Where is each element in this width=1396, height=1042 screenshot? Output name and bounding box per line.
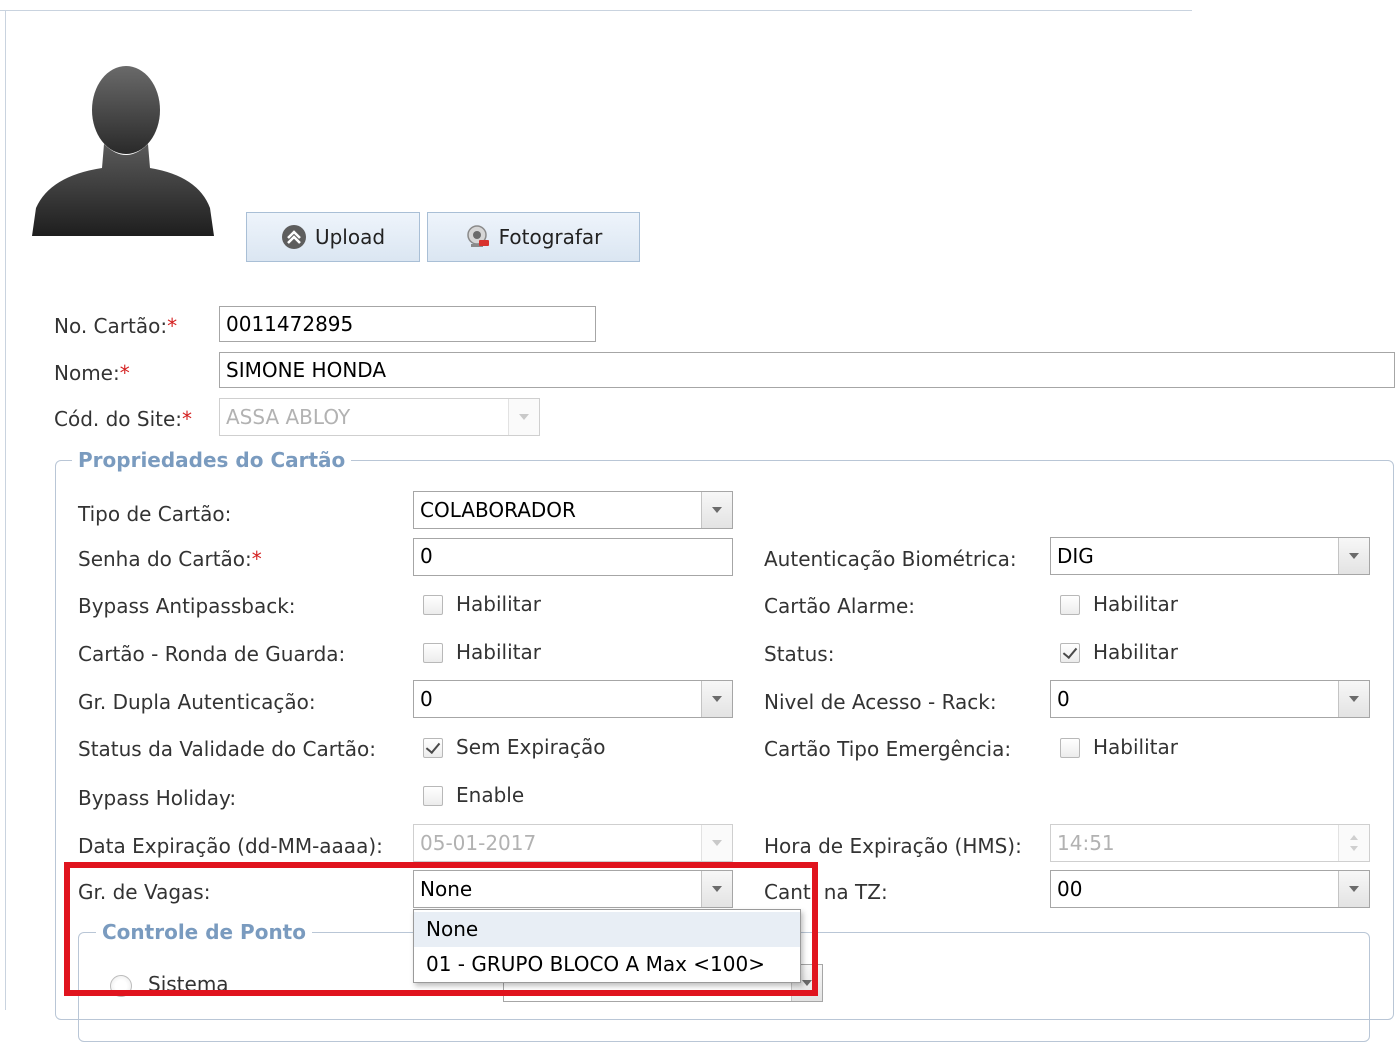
rack-access-level-value: 0 — [1057, 687, 1070, 711]
bypass-antipassback-checkbox[interactable] — [423, 595, 443, 615]
chevron-down-icon[interactable] — [1338, 871, 1369, 907]
biometric-auth-select[interactable]: DIG — [1050, 537, 1370, 575]
expiration-date-label: Data Expiração (dd-MM-aaaa): — [78, 834, 383, 858]
emergency-card-checkbox-label: Habilitar — [1093, 735, 1178, 759]
chevron-down-icon[interactable] — [701, 492, 732, 528]
card-password-input[interactable]: 0 — [413, 538, 733, 576]
rack-access-level-label: Nivel de Acesso - Rack: — [764, 690, 997, 714]
expiration-date-value: 05-01-2017 — [420, 831, 537, 855]
card-type-select[interactable]: COLABORADOR — [413, 491, 733, 529]
bypass-holiday-label: Bypass Holiday: — [78, 786, 237, 810]
photograph-button[interactable]: Fotografar — [427, 212, 640, 262]
status-checkbox[interactable] — [1060, 643, 1080, 663]
bypass-antipassback-checkbox-label: Habilitar — [456, 592, 541, 616]
name-input[interactable]: SIMONE HONDA — [219, 352, 1395, 388]
card-password-label: Senha do Cartão:* — [78, 547, 262, 571]
card-type-value: COLABORADOR — [420, 498, 576, 522]
card-number-input[interactable]: 0011472895 — [219, 306, 596, 342]
avatar-placeholder — [28, 48, 220, 240]
bypass-holiday-checkbox-label: Enable — [456, 783, 525, 807]
required-mark: * — [251, 547, 262, 571]
upload-button-label: Upload — [314, 225, 386, 249]
guard-tour-checkbox[interactable] — [423, 643, 443, 663]
canteen-tz-value: 00 — [1057, 877, 1083, 901]
biometric-auth-value: DIG — [1057, 544, 1094, 568]
site-code-label: Cód. do Site:* — [54, 407, 193, 431]
spinner-buttons[interactable] — [1338, 825, 1369, 861]
spinner-down-icon[interactable] — [1350, 846, 1358, 851]
name-label: Nome:* — [54, 361, 130, 385]
emergency-card-label: Cartão Tipo Emergência: — [764, 737, 1012, 761]
chevron-down-icon[interactable] — [701, 825, 732, 861]
expiration-time-value: 14:51 — [1057, 831, 1115, 855]
guard-tour-checkbox-label: Habilitar — [456, 640, 541, 664]
left-border — [5, 10, 6, 1010]
chevron-down-icon[interactable] — [701, 681, 732, 717]
chevron-down-icon[interactable] — [1338, 538, 1369, 574]
card-properties-legend: Propriedades do Cartão — [72, 448, 352, 472]
status-checkbox-label: Habilitar — [1093, 640, 1178, 664]
dropdown-option-none[interactable]: None — [414, 912, 800, 947]
no-expiration-checkbox[interactable] — [423, 738, 443, 758]
site-code-select[interactable]: ASSA ABLOY — [219, 398, 540, 436]
card-type-label: Tipo de Cartão: — [78, 502, 232, 526]
alarm-card-label: Cartão Alarme: — [764, 594, 916, 618]
expiration-time-spinner[interactable]: 14:51 — [1050, 824, 1370, 862]
required-mark: * — [167, 314, 178, 338]
bypass-antipassback-label: Bypass Antipassback: — [78, 594, 296, 618]
card-number-label: No. Cartão:* — [54, 314, 178, 338]
upload-button[interactable]: Upload — [246, 212, 420, 262]
site-code-value: ASSA ABLOY — [226, 405, 351, 429]
dual-auth-group-select[interactable]: 0 — [413, 680, 733, 718]
validity-status-label: Status da Validade do Cartão: — [78, 737, 377, 761]
biometric-auth-label: Autenticação Biométrica: — [764, 547, 1017, 571]
user-silhouette-icon — [32, 66, 214, 236]
emergency-card-checkbox[interactable] — [1060, 738, 1080, 758]
required-mark: * — [119, 361, 130, 385]
chevron-down-icon[interactable] — [508, 399, 539, 435]
top-border — [0, 10, 1192, 11]
guard-tour-label: Cartão - Ronda de Guarda: — [78, 642, 346, 666]
expiration-time-label: Hora de Expiração (HMS): — [764, 834, 1022, 858]
upload-arrow-icon — [281, 224, 307, 250]
status-label: Status: — [764, 642, 835, 666]
rack-access-level-select[interactable]: 0 — [1050, 680, 1370, 718]
dual-auth-group-label: Gr. Dupla Autenticação: — [78, 690, 316, 714]
dropdown-option-grupo-bloco-a[interactable]: 01 - GRUPO BLOCO A Max <100> — [414, 947, 800, 982]
chevron-down-icon[interactable] — [1338, 681, 1369, 717]
alarm-card-checkbox-label: Habilitar — [1093, 592, 1178, 616]
webcam-icon — [465, 224, 491, 250]
required-mark: * — [182, 407, 193, 431]
no-expiration-checkbox-label: Sem Expiração — [456, 735, 606, 759]
alarm-card-checkbox[interactable] — [1060, 595, 1080, 615]
parking-group-dropdown[interactable]: None 01 - GRUPO BLOCO A Max <100> — [413, 909, 801, 983]
spinner-up-icon[interactable] — [1350, 835, 1358, 840]
expiration-date-picker[interactable]: 05-01-2017 — [413, 824, 733, 862]
photograph-button-label: Fotografar — [498, 225, 603, 249]
dual-auth-group-value: 0 — [420, 687, 433, 711]
canteen-tz-select[interactable]: 00 — [1050, 870, 1370, 908]
bypass-holiday-checkbox[interactable] — [423, 786, 443, 806]
